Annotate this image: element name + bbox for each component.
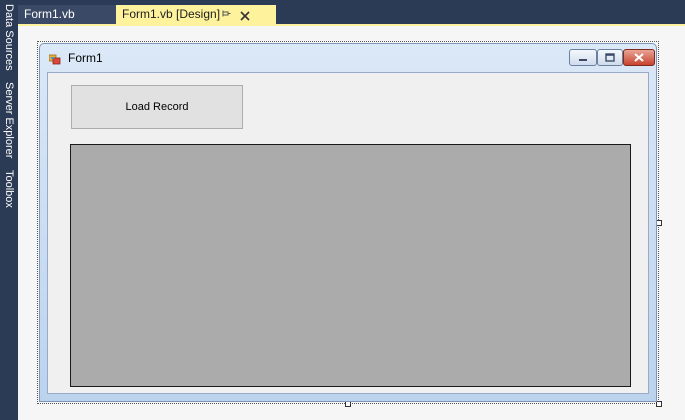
minimize-button[interactable]	[569, 49, 597, 66]
side-tool-strip: Data Sources Server Explorer Toolbox	[0, 0, 18, 420]
maximize-button[interactable]	[597, 49, 623, 66]
tab-form1-design[interactable]: Form1.vb [Design]	[116, 5, 276, 24]
close-button[interactable]	[623, 49, 655, 66]
form-title-bar[interactable]: Form1	[40, 44, 656, 72]
load-record-button[interactable]: Load Record	[71, 85, 243, 129]
server-explorer-tab[interactable]: Server Explorer	[2, 82, 16, 158]
tab-label: Form1.vb	[24, 7, 75, 21]
data-sources-tab[interactable]: Data Sources	[2, 4, 16, 71]
tab-form1-vb[interactable]: Form1.vb	[18, 5, 116, 24]
pin-icon[interactable]	[221, 5, 231, 24]
document-tab-bar: Form1.vb Form1.vb [Design]	[18, 0, 685, 24]
data-grid-view[interactable]	[70, 144, 631, 387]
minimize-icon	[579, 59, 587, 61]
tab-label: Form1.vb [Design]	[122, 7, 221, 21]
form-window[interactable]: Form1 Load Record	[39, 43, 657, 402]
close-icon[interactable]	[240, 5, 250, 24]
close-icon	[634, 53, 644, 62]
design-surface[interactable]: Form1 Load Record	[18, 24, 685, 420]
form-app-icon	[48, 52, 61, 65]
toolbox-tab[interactable]: Toolbox	[2, 170, 16, 208]
form-title: Form1	[68, 51, 103, 65]
maximize-icon	[605, 53, 615, 62]
form-client-area[interactable]: Load Record	[47, 72, 649, 394]
